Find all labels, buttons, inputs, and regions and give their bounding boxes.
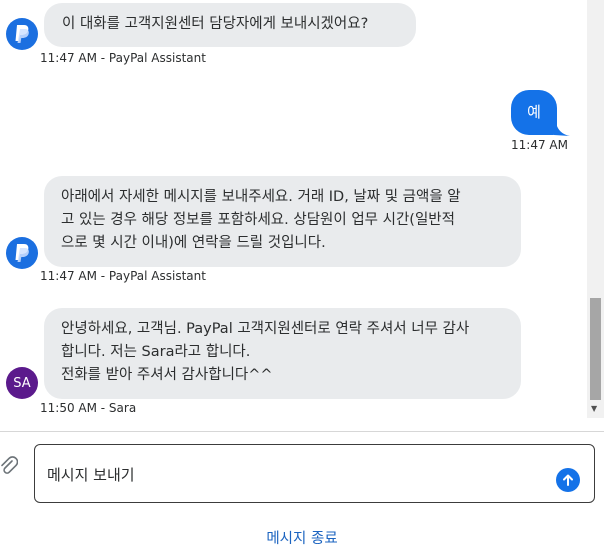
chat-transcript: 이 대화를 고객지원센터 담당자에게 보내시겠어요? 11:47 AM - Pa… (0, 0, 588, 418)
message-line: 아래에서 자세한 메시지를 보내주세요. 거래 ID, 날짜 및 금액을 알 (61, 189, 461, 205)
paperclip-icon (1, 456, 19, 474)
chat-scrollbar[interactable]: ▼ (587, 0, 604, 418)
paypal-logo-icon (15, 244, 29, 262)
send-button[interactable] (556, 468, 580, 492)
scrollbar-thumb[interactable] (590, 298, 601, 400)
paypal-avatar (6, 18, 38, 50)
end-chat-link[interactable]: 메시지 종료 (0, 527, 604, 548)
user-message-bubble: 예 (511, 90, 557, 135)
message-text: 예 (527, 103, 541, 121)
attach-button[interactable] (0, 455, 19, 477)
paypal-avatar (6, 237, 38, 269)
message-line: 합니다. 저는 Sara라고 합니다. (61, 344, 251, 360)
message-line: 고 있는 경우 해당 정보를 포함하세요. 상담원이 업무 시간(일반적 (61, 212, 455, 228)
scroll-down-arrow-icon[interactable]: ▼ (591, 404, 597, 414)
agent-message-bubble: 안녕하세요, 고객님. PayPal 고객지원센터로 연락 주셔서 너무 감사 … (44, 308, 521, 399)
message-line: 전화를 받아 주셔서 감사합니다^^ (61, 367, 273, 383)
message-timestamp: 11:50 AM - Sara (40, 401, 137, 415)
message-line: 이 대화를 고객지원센터 담당자에게 보내시겠어요? (62, 16, 369, 32)
message-input-placeholder: 메시지 보내기 (47, 466, 135, 484)
message-timestamp: 11:47 AM - PayPal Assistant (40, 269, 206, 283)
composer-divider (0, 431, 604, 432)
paypal-logo-icon (15, 25, 29, 43)
assistant-message-bubble: 아래에서 자세한 메시지를 보내주세요. 거래 ID, 날짜 및 금액을 알 고… (44, 176, 521, 267)
assistant-message-bubble: 이 대화를 고객지원센터 담당자에게 보내시겠어요? (44, 3, 416, 47)
arrow-up-icon (563, 474, 573, 486)
message-timestamp: 11:47 AM (511, 138, 568, 152)
message-input[interactable]: 메시지 보내기 (34, 444, 595, 503)
agent-avatar: SA (6, 367, 38, 399)
message-line: 안녕하세요, 고객님. PayPal 고객지원센터로 연락 주셔서 너무 감사 (61, 321, 470, 337)
avatar-initials: SA (13, 375, 31, 391)
message-line: 으로 몇 시간 이내)에 연락을 드릴 것입니다. (61, 235, 326, 251)
bubble-tail (554, 126, 570, 136)
message-timestamp: 11:47 AM - PayPal Assistant (40, 51, 206, 65)
